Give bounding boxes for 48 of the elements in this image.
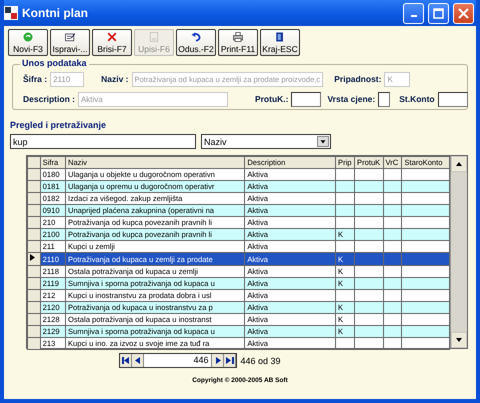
maximize-button[interactable] (428, 2, 449, 24)
first-icon (122, 356, 130, 365)
input-field[interactable] (438, 92, 468, 106)
next-record-button[interactable] (212, 354, 224, 367)
last-icon (226, 356, 234, 365)
next-icon (214, 356, 221, 365)
edit-icon (64, 31, 76, 43)
scroll-up-icon[interactable] (451, 156, 467, 172)
input-field[interactable] (378, 92, 390, 106)
current-row-icon (28, 254, 36, 262)
field-label: ProtuK.: (254, 94, 288, 104)
record-count: 446 od 39 (240, 356, 281, 366)
previous-record-button[interactable] (132, 354, 144, 367)
toolbar-button[interactable]: Novi-F3 (8, 29, 48, 56)
last-record-button[interactable] (224, 354, 236, 367)
section-title: Unos podataka (20, 58, 89, 68)
printer-icon (232, 31, 244, 43)
previous-icon (134, 356, 141, 365)
input-field[interactable] (291, 92, 322, 106)
toolbar-button[interactable]: Kraj-ESC (260, 29, 300, 56)
toolbar-button[interactable]: Odus.-F2 (176, 29, 216, 56)
close-button[interactable] (453, 2, 474, 24)
minimize-button[interactable] (403, 2, 424, 24)
first-record-button[interactable] (120, 354, 132, 367)
field-label: Šifra : (23, 74, 48, 84)
window-title: Kontni plan (22, 6, 89, 20)
toolbar-button[interactable]: Brisi-F7 (92, 29, 132, 56)
field-label: St.Konto (399, 94, 435, 104)
cross-icon (106, 31, 118, 43)
toolbar-button[interactable]: Ispravi-... (50, 29, 90, 56)
section-title: Pregled i pretraživanje (10, 120, 106, 130)
search-field[interactable]: kup (10, 134, 196, 149)
close-icon (458, 8, 469, 18)
save-icon (148, 31, 160, 43)
refresh-icon (22, 31, 34, 43)
undo-icon (190, 31, 202, 43)
field-label: Pripadnost: (334, 74, 382, 84)
field-label: Description : (23, 94, 75, 104)
door-icon (274, 31, 286, 43)
app-logo-icon (4, 6, 18, 20)
scrollbar[interactable] (450, 156, 467, 348)
column-dropdown[interactable]: Naziv (201, 134, 331, 149)
scroll-down-icon[interactable] (451, 332, 467, 348)
minimize-icon (410, 15, 416, 17)
toolbar-button[interactable]: Print-F11 (218, 29, 258, 56)
maximize-icon (433, 8, 444, 18)
field-label: Vrsta cjene: (327, 94, 376, 104)
field-label: Naziv : (101, 74, 128, 84)
